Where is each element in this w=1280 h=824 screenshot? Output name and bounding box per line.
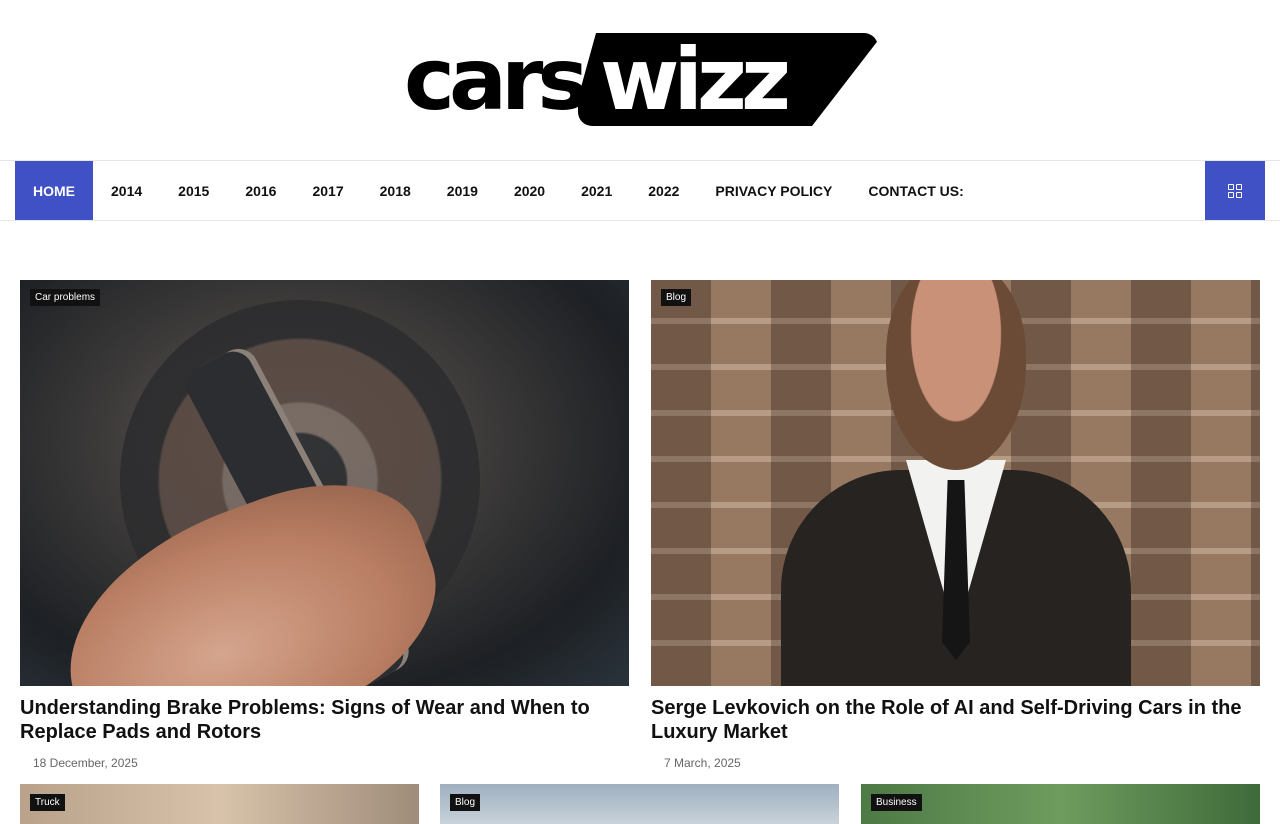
nav-item-2018[interactable]: 2018	[362, 161, 429, 220]
nav-item-2020[interactable]: 2020	[496, 161, 563, 220]
logo-text-wizz: wizz	[600, 30, 791, 130]
post-date: 7 March, 2025	[664, 756, 741, 770]
nav-item-2014[interactable]: 2014	[93, 161, 160, 220]
post-image-man-in-suit[interactable]: Blog	[651, 280, 1260, 686]
nav-item-2016[interactable]: 2016	[227, 161, 294, 220]
nav-item-privacy-policy[interactable]: PRIVACY POLICY	[697, 161, 850, 220]
featured-post-card[interactable]: Car problems Understanding Brake Problem…	[20, 280, 629, 770]
site-logo[interactable]: cars wizz	[404, 30, 878, 130]
post-thumbnail[interactable]: Business	[861, 784, 1260, 824]
nav-item-2015[interactable]: 2015	[160, 161, 227, 220]
category-tag[interactable]: Business	[871, 794, 922, 811]
nav-item-2017[interactable]: 2017	[294, 161, 361, 220]
featured-post-card[interactable]: Blog Serge Levkovich on the Role of AI a…	[651, 280, 1260, 770]
grid-icon	[1228, 183, 1242, 198]
nav-item-2022[interactable]: 2022	[630, 161, 697, 220]
logo-text-cars: cars	[404, 30, 589, 130]
main-navigation: HOME 2014 2015 2016 2017 2018 2019 2020 …	[0, 161, 1280, 221]
category-tag[interactable]: Blog	[661, 289, 692, 306]
nav-item-home[interactable]: HOME	[15, 161, 93, 220]
nav-item-2019[interactable]: 2019	[429, 161, 496, 220]
more-posts-row: Truck Blog Business	[20, 784, 1260, 824]
site-header: cars wizz	[0, 0, 1280, 161]
post-thumbnail[interactable]: Blog	[440, 784, 839, 824]
post-title[interactable]: Serge Levkovich on the Role of AI and Se…	[651, 696, 1260, 744]
post-image-brake-pad[interactable]: Car problems	[20, 280, 629, 686]
nav-item-2021[interactable]: 2021	[563, 161, 630, 220]
category-tag[interactable]: Truck	[30, 794, 65, 811]
category-tag[interactable]: Blog	[450, 794, 481, 811]
menu-toggle-button[interactable]	[1205, 161, 1265, 220]
post-thumbnail[interactable]: Truck	[20, 784, 419, 824]
category-tag[interactable]: Car problems	[30, 289, 101, 306]
post-date: 18 December, 2025	[33, 756, 138, 770]
post-title[interactable]: Understanding Brake Problems: Signs of W…	[20, 696, 629, 744]
nav-item-contact-us[interactable]: CONTACT US:	[850, 161, 981, 220]
